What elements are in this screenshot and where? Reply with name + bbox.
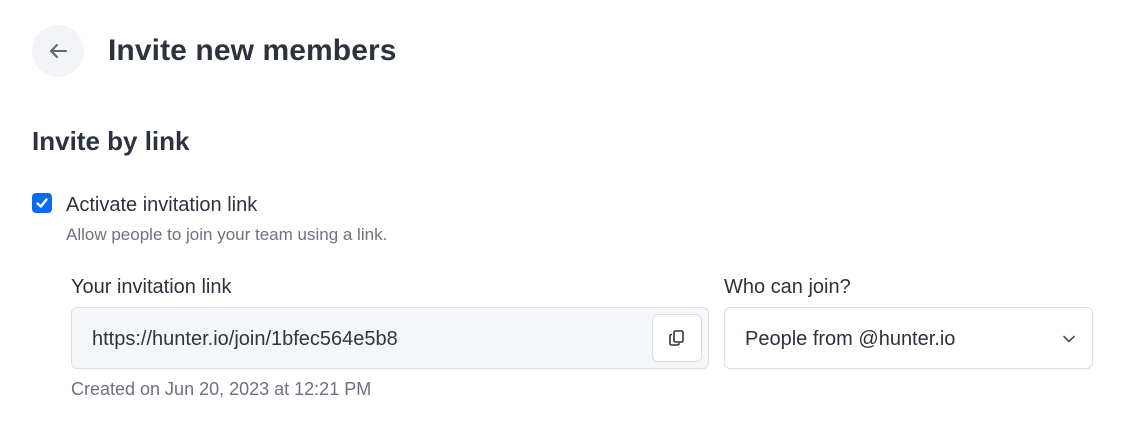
section-title-invite-by-link: Invite by link: [32, 126, 190, 156]
activate-link-text: Activate invitation link Allow people to…: [66, 192, 387, 246]
activate-link-label[interactable]: Activate invitation link: [66, 192, 387, 218]
activate-link-checkbox[interactable]: [32, 193, 52, 213]
who-can-join-select[interactable]: People from @hunter.io: [724, 307, 1093, 369]
page-title: Invite new members: [108, 34, 397, 67]
activate-link-row: Activate invitation link Allow people to…: [32, 192, 387, 246]
activate-link-help: Allow people to join your team using a l…: [66, 225, 388, 244]
invitation-link-field[interactable]: https://hunter.io/join/1bfec564e5b8: [71, 307, 709, 369]
who-can-join-label: Who can join?: [724, 276, 851, 298]
invitation-link-label: Your invitation link: [71, 276, 232, 298]
link-created-timestamp: Created on Jun 20, 2023 at 12:21 PM: [71, 379, 372, 399]
page-header: Invite new members: [32, 25, 397, 77]
chevron-down-icon: [1063, 335, 1075, 343]
arrow-left-icon: [50, 44, 67, 58]
copy-icon: [669, 330, 684, 346]
invite-members-page: Invite new members Invite by link Activa…: [0, 0, 1124, 424]
checkmark-icon: [36, 198, 48, 208]
invitation-link-value: https://hunter.io/join/1bfec564e5b8: [92, 328, 398, 350]
copy-link-button[interactable]: [652, 314, 702, 362]
who-can-join-value: People from @hunter.io: [745, 328, 956, 350]
back-button[interactable]: [32, 25, 84, 77]
